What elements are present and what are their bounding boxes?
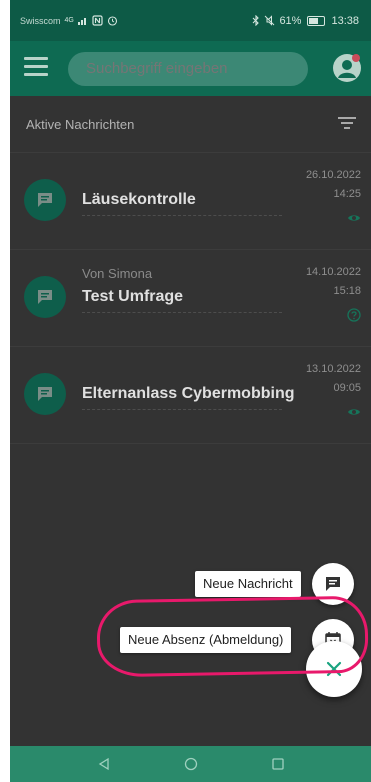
- home-icon[interactable]: [184, 757, 198, 771]
- message-preview: [82, 409, 282, 412]
- message-title: Elternanlass Cybermobbing: [82, 385, 295, 402]
- filter-icon[interactable]: [337, 117, 357, 131]
- profile-avatar-icon[interactable]: [332, 53, 362, 83]
- message-time: 15:18: [333, 285, 361, 297]
- new-message-label[interactable]: Neue Nachricht: [195, 571, 301, 597]
- message-preview: [82, 215, 282, 218]
- mute-icon: [265, 15, 275, 26]
- message-date: 13.10.2022: [305, 363, 361, 375]
- system-navigation-bar: [10, 746, 371, 782]
- message-title: Läusekontrolle: [82, 191, 196, 208]
- chat-bubble-icon: [326, 577, 340, 591]
- search-input[interactable]: [68, 52, 308, 86]
- app-bar: [10, 41, 371, 96]
- eye-icon: [348, 215, 360, 221]
- status-bar: Swisscom 4G 61% 13:38: [10, 0, 371, 41]
- message-date: 26.10.2022: [305, 169, 361, 181]
- bluetooth-icon: [253, 15, 260, 26]
- annotation-highlight: [96, 595, 369, 678]
- clock: 13:38: [331, 14, 359, 27]
- menu-icon[interactable]: [24, 57, 48, 77]
- message-time: 09:05: [333, 382, 361, 394]
- list-item[interactable]: Läusekontrolle 26.10.2022 14:25: [10, 152, 371, 249]
- message-title: Test Umfrage: [82, 288, 184, 305]
- app-screen: Swisscom 4G 61% 13:38 Aktive Nachr: [0, 0, 371, 782]
- recents-icon[interactable]: [271, 757, 285, 771]
- battery-icon: [307, 15, 326, 26]
- section-header: Aktive Nachrichten: [10, 96, 371, 152]
- network-type: 4G: [64, 17, 74, 24]
- eye-icon: [348, 409, 360, 415]
- message-date: 14.10.2022: [305, 266, 361, 278]
- list-item[interactable]: Elternanlass Cybermobbing 13.10.2022 09:…: [10, 346, 371, 444]
- message-sender: Von Simona: [82, 266, 153, 281]
- section-title: Aktive Nachrichten: [26, 116, 135, 132]
- alarm-icon: [107, 16, 117, 26]
- chat-bubble-icon: [24, 373, 66, 415]
- signal-icon: [77, 18, 86, 25]
- nfc-icon: [92, 15, 103, 26]
- chat-bubble-icon: [24, 276, 66, 318]
- message-time: 14:25: [333, 188, 361, 200]
- list-item[interactable]: Von Simona Test Umfrage 14.10.2022 15:18: [10, 249, 371, 346]
- message-preview: [82, 312, 282, 315]
- carrier-name: Swisscom: [20, 15, 61, 26]
- question-icon: [347, 308, 361, 322]
- battery-percent: 61%: [279, 14, 302, 27]
- back-icon[interactable]: [97, 757, 111, 771]
- chat-bubble-icon: [24, 179, 66, 221]
